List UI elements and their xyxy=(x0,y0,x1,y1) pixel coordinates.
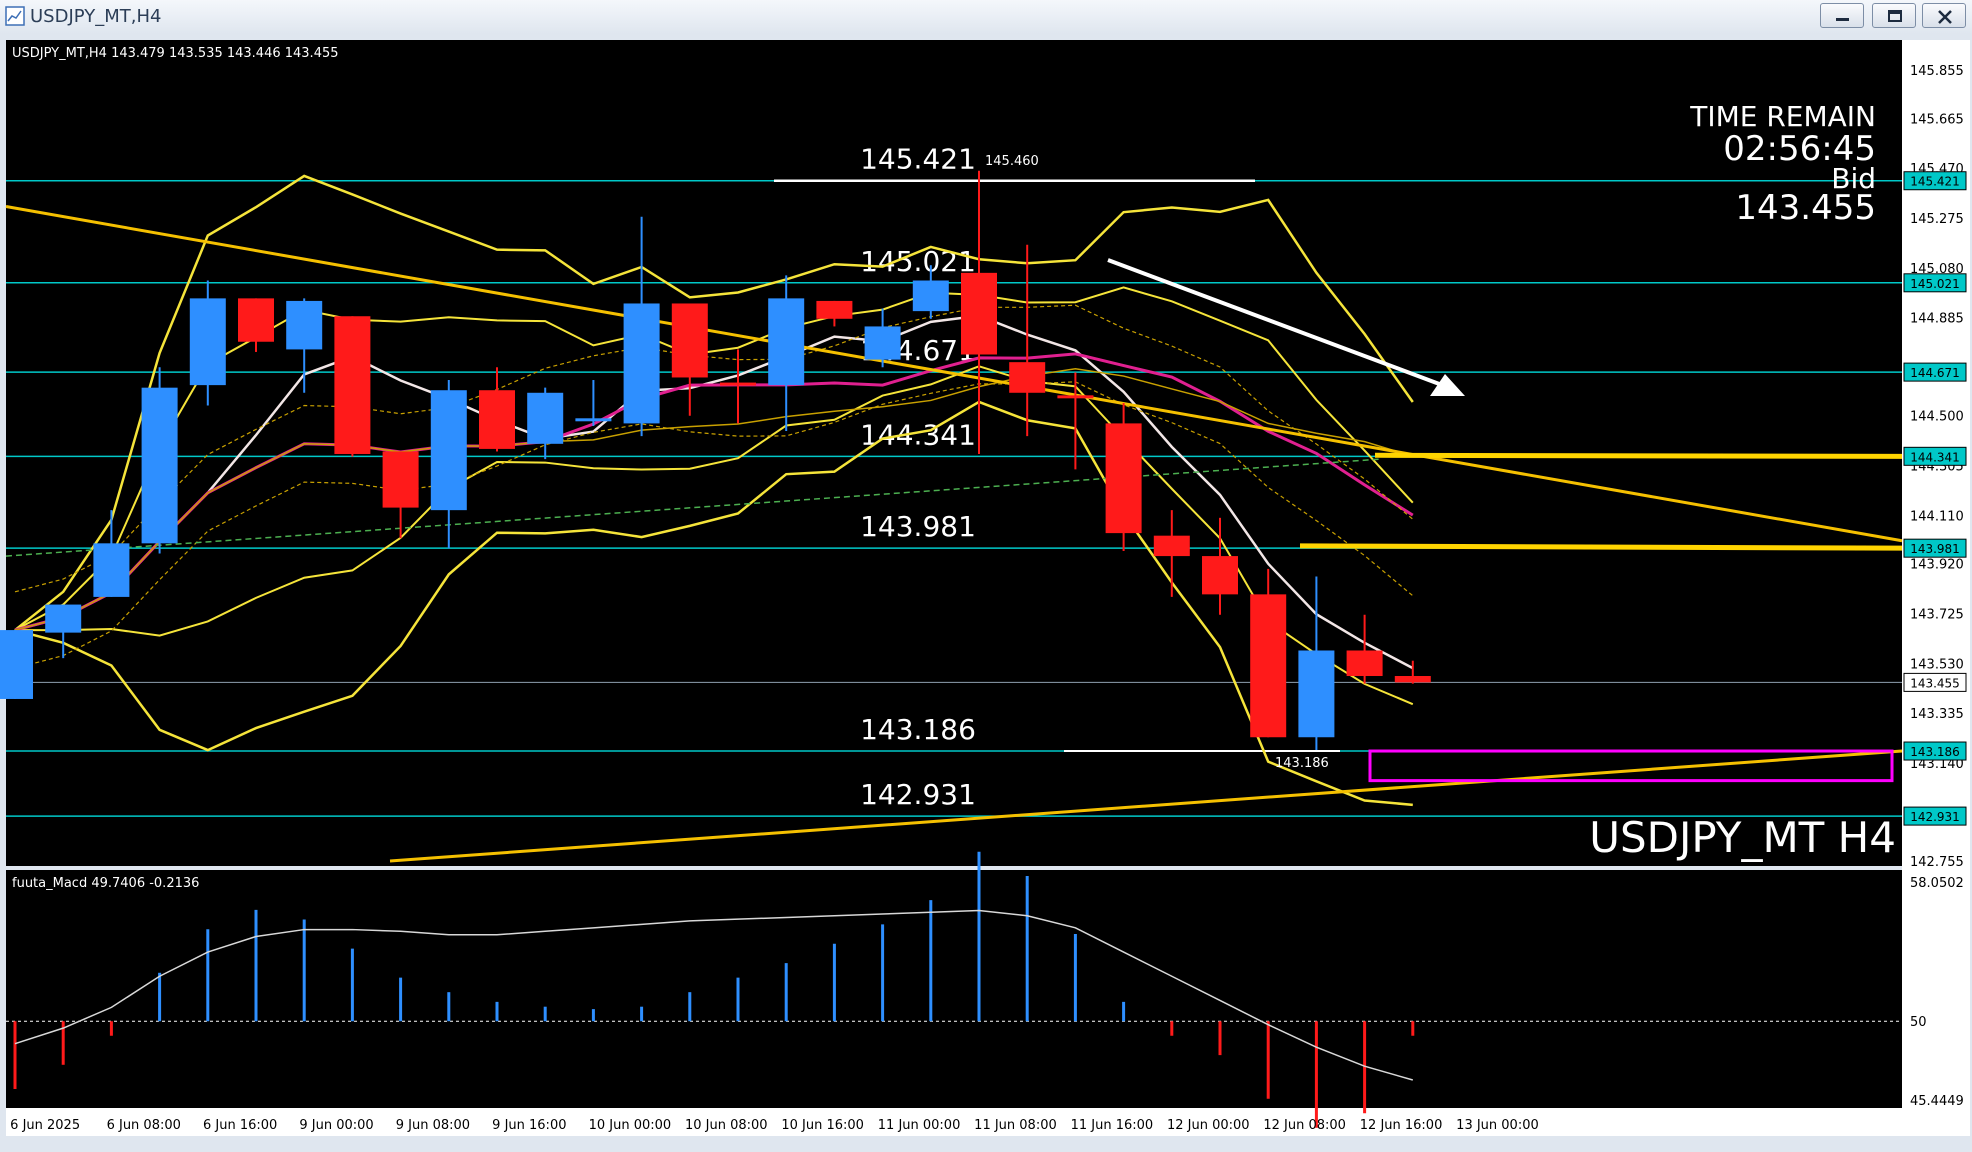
bull-candle xyxy=(527,392,564,444)
y-tick-label: 142.755 xyxy=(1910,855,1964,870)
minimize-icon xyxy=(1821,4,1863,27)
window-title: USDJPY_MT,H4 xyxy=(30,6,162,27)
bear-candle xyxy=(961,272,997,355)
y-tick-label: 143.920 xyxy=(1910,558,1964,573)
bid-value: 143.455 xyxy=(1735,188,1876,228)
bull-candle xyxy=(1298,650,1335,738)
bull-candle xyxy=(45,604,82,633)
level-label: 143.981 xyxy=(860,510,976,543)
x-tick-label: 9 Jun 08:00 xyxy=(396,1118,470,1133)
price-scale xyxy=(1902,40,1970,1108)
level-label: 145.021 xyxy=(860,245,976,278)
bear-candle xyxy=(816,300,853,319)
y-tick-label: 143.725 xyxy=(1910,607,1964,622)
x-tick-label: 12 Jun 08:00 xyxy=(1263,1118,1346,1133)
bear-candle xyxy=(1346,650,1383,677)
bear-candle xyxy=(720,382,756,386)
chart-window-icon xyxy=(5,6,25,26)
macd-y-tick-label: 50 xyxy=(1910,1015,1927,1030)
minimize-button[interactable] xyxy=(1820,3,1864,28)
bull-candle xyxy=(864,326,901,360)
x-tick-label: 10 Jun 16:00 xyxy=(781,1118,864,1133)
bear-candle xyxy=(1394,676,1431,683)
x-tick-label: 11 Jun 16:00 xyxy=(1071,1118,1154,1133)
bull-candle xyxy=(0,630,33,699)
bull-candle xyxy=(286,300,323,350)
bear-candle xyxy=(1153,535,1190,557)
price-tag-label: 145.421 xyxy=(1910,175,1960,189)
price-tag-label: 143.981 xyxy=(1910,542,1960,556)
bull-candle xyxy=(141,387,178,544)
price-tag-label: 143.455 xyxy=(1910,676,1960,690)
y-tick-label: 145.665 xyxy=(1910,112,1964,127)
level-label: 143.186 xyxy=(860,713,976,746)
resistance-line-lower xyxy=(1299,543,1903,551)
y-tick-label: 144.885 xyxy=(1910,312,1964,327)
chart-area[interactable]: 145.421 145.021 144.671 144.341 143.981 143.1… xyxy=(0,34,1972,1152)
macd-y-tick-label: 58.0502 xyxy=(1910,876,1964,891)
bull-candle xyxy=(912,280,949,312)
bull-candle xyxy=(575,418,612,422)
macd-y-tick-label: 45.4449 xyxy=(1910,1094,1964,1109)
close-icon xyxy=(1923,4,1965,27)
chart-header: USDJPY_MT,H4 143.479 143.535 143.446 143… xyxy=(12,46,339,61)
x-tick-label: 6 Jun 08:00 xyxy=(107,1118,181,1133)
x-tick-label: 12 Jun 16:00 xyxy=(1360,1118,1443,1133)
price-tag-label: 144.671 xyxy=(1910,366,1960,380)
x-tick-label: 13 Jun 00:00 xyxy=(1456,1118,1539,1133)
price-tag-label: 145.021 xyxy=(1910,277,1960,291)
y-tick-label: 143.530 xyxy=(1910,657,1964,672)
x-tick-label: 11 Jun 08:00 xyxy=(974,1118,1057,1133)
close-button[interactable] xyxy=(1922,3,1966,28)
x-tick-label: 9 Jun 16:00 xyxy=(492,1118,566,1133)
level-label: 142.931 xyxy=(860,778,976,811)
resistance-line-upper xyxy=(1374,452,1903,459)
x-tick-label: 12 Jun 00:00 xyxy=(1167,1118,1250,1133)
x-tick-label: 10 Jun 08:00 xyxy=(685,1118,768,1133)
bear-candle xyxy=(1250,594,1287,738)
bear-candle xyxy=(1202,556,1238,595)
bear-candle xyxy=(671,303,708,378)
bear-candle xyxy=(334,316,371,455)
x-tick-label: 6 Jun 16:00 xyxy=(203,1118,277,1133)
price-tag-label: 143.186 xyxy=(1910,745,1960,759)
high-annotation: 145.460 xyxy=(985,154,1039,169)
bear-candle xyxy=(1105,423,1142,534)
bear-candle xyxy=(479,390,515,449)
window-title-bar[interactable]: USDJPY_MT,H4 xyxy=(0,0,1972,35)
bull-candle xyxy=(189,298,226,386)
bear-candle xyxy=(238,298,274,342)
restore-icon xyxy=(1873,4,1915,27)
y-tick-label: 143.335 xyxy=(1910,707,1964,722)
y-tick-label: 144.500 xyxy=(1910,410,1964,425)
bull-candle xyxy=(93,543,130,597)
y-tick-label: 145.855 xyxy=(1910,64,1964,79)
x-tick-label: 11 Jun 00:00 xyxy=(878,1118,961,1133)
bull-candle xyxy=(623,303,660,424)
y-tick-label: 144.110 xyxy=(1910,509,1964,524)
x-tick-label: 6 Jun 2025 xyxy=(10,1118,80,1133)
restore-button[interactable] xyxy=(1872,3,1916,28)
bear-candle xyxy=(382,451,419,508)
x-tick-label: 10 Jun 00:00 xyxy=(589,1118,672,1133)
low-annotation: 143.186 xyxy=(1275,756,1329,771)
level-label: 144.341 xyxy=(860,418,976,451)
price-tag-label: 142.931 xyxy=(1910,810,1960,824)
bear-candle xyxy=(1009,362,1046,393)
macd-header: fuuta_Macd 49.7406 -0.2136 xyxy=(12,876,199,891)
price-tag-label: 144.341 xyxy=(1910,450,1960,464)
y-tick-label: 145.275 xyxy=(1910,212,1964,227)
bear-candle xyxy=(1057,395,1094,399)
macd-panel[interactable] xyxy=(6,870,1902,1108)
x-tick-label: 9 Jun 00:00 xyxy=(299,1118,373,1133)
bull-candle xyxy=(430,390,467,511)
symbol-watermark: USDJPY_MT H4 xyxy=(1589,813,1896,862)
level-label: 145.421 xyxy=(860,143,976,176)
bull-candle xyxy=(768,298,805,386)
